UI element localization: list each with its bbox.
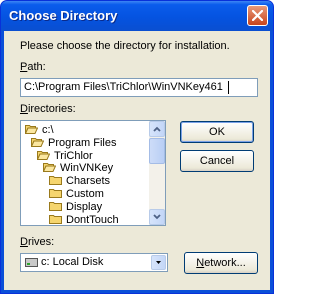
instruction-text: Please choose the directory for installa…: [20, 40, 230, 52]
directory-name: c:\: [42, 124, 54, 136]
text-cursor: [228, 81, 229, 94]
window-title: Choose Directory: [9, 8, 118, 23]
directory-item[interactable]: Charsets: [49, 175, 110, 188]
drives-dropdown[interactable]: c: Local Disk: [20, 253, 168, 272]
open-folder-icon: [43, 163, 56, 173]
scroll-thumb[interactable]: [149, 138, 165, 164]
chevron-down-icon: [156, 261, 161, 264]
directory-name: Charsets: [66, 175, 111, 188]
choose-directory-window: Choose Directory Please choose the direc…: [0, 0, 274, 294]
path-value: C:\Program Files\TriChlor\WinVNKey461: [24, 81, 223, 93]
drives-label: Drives:: [20, 236, 55, 248]
chevron-up-icon: [153, 126, 161, 132]
folder-icon: [49, 189, 62, 198]
dialog-body: Please choose the directory for installa…: [4, 31, 270, 290]
directory-item[interactable]: Program Files: [31, 137, 116, 150]
directory-name: Program Files: [48, 136, 117, 149]
directory-name: DontTouch: [66, 213, 119, 226]
directory-name: WinVNKey: [60, 162, 114, 175]
directories-scrollbar[interactable]: [149, 121, 165, 225]
directory-item[interactable]: TriChlor: [37, 150, 93, 163]
directory-item[interactable]: DontTouch: [49, 213, 119, 226]
directory-name: TriChlor: [54, 149, 93, 162]
folder-icon: [49, 201, 62, 211]
network-button[interactable]: Network...: [184, 252, 258, 274]
open-folder-icon: [25, 125, 38, 134]
close-button[interactable]: [247, 5, 268, 26]
folder-icon: [49, 214, 62, 224]
directory-name: Custom: [66, 188, 104, 200]
directory-item[interactable]: c:\: [25, 124, 54, 137]
scroll-up-button[interactable]: [149, 121, 165, 137]
path-label: Path:: [20, 61, 46, 73]
directory-item[interactable]: WinVNKey: [43, 162, 113, 175]
directories-label: Directories:: [20, 103, 76, 115]
drive-icon: [25, 258, 38, 267]
cancel-button[interactable]: Cancel: [180, 150, 254, 172]
open-folder-icon: [31, 137, 44, 147]
chevron-down-icon: [153, 214, 161, 220]
directories-list[interactable]: c:\ Program Files TriChlor WinVNKey Charsets…: [20, 120, 166, 226]
drive-value: c: Local Disk: [41, 256, 104, 268]
path-input[interactable]: C:\Program Files\TriChlor\WinVNKey461: [20, 78, 258, 97]
title-bar[interactable]: Choose Directory: [1, 1, 273, 31]
directory-name: Display: [66, 200, 103, 213]
directory-item[interactable]: Custom: [49, 188, 104, 201]
open-folder-icon: [37, 150, 50, 160]
folder-icon: [49, 176, 62, 186]
directory-item[interactable]: Display: [49, 201, 102, 214]
dropdown-arrow-button[interactable]: [151, 255, 166, 270]
ok-button[interactable]: OK: [180, 121, 254, 143]
scroll-down-button[interactable]: [149, 209, 165, 225]
close-icon: [252, 10, 263, 21]
